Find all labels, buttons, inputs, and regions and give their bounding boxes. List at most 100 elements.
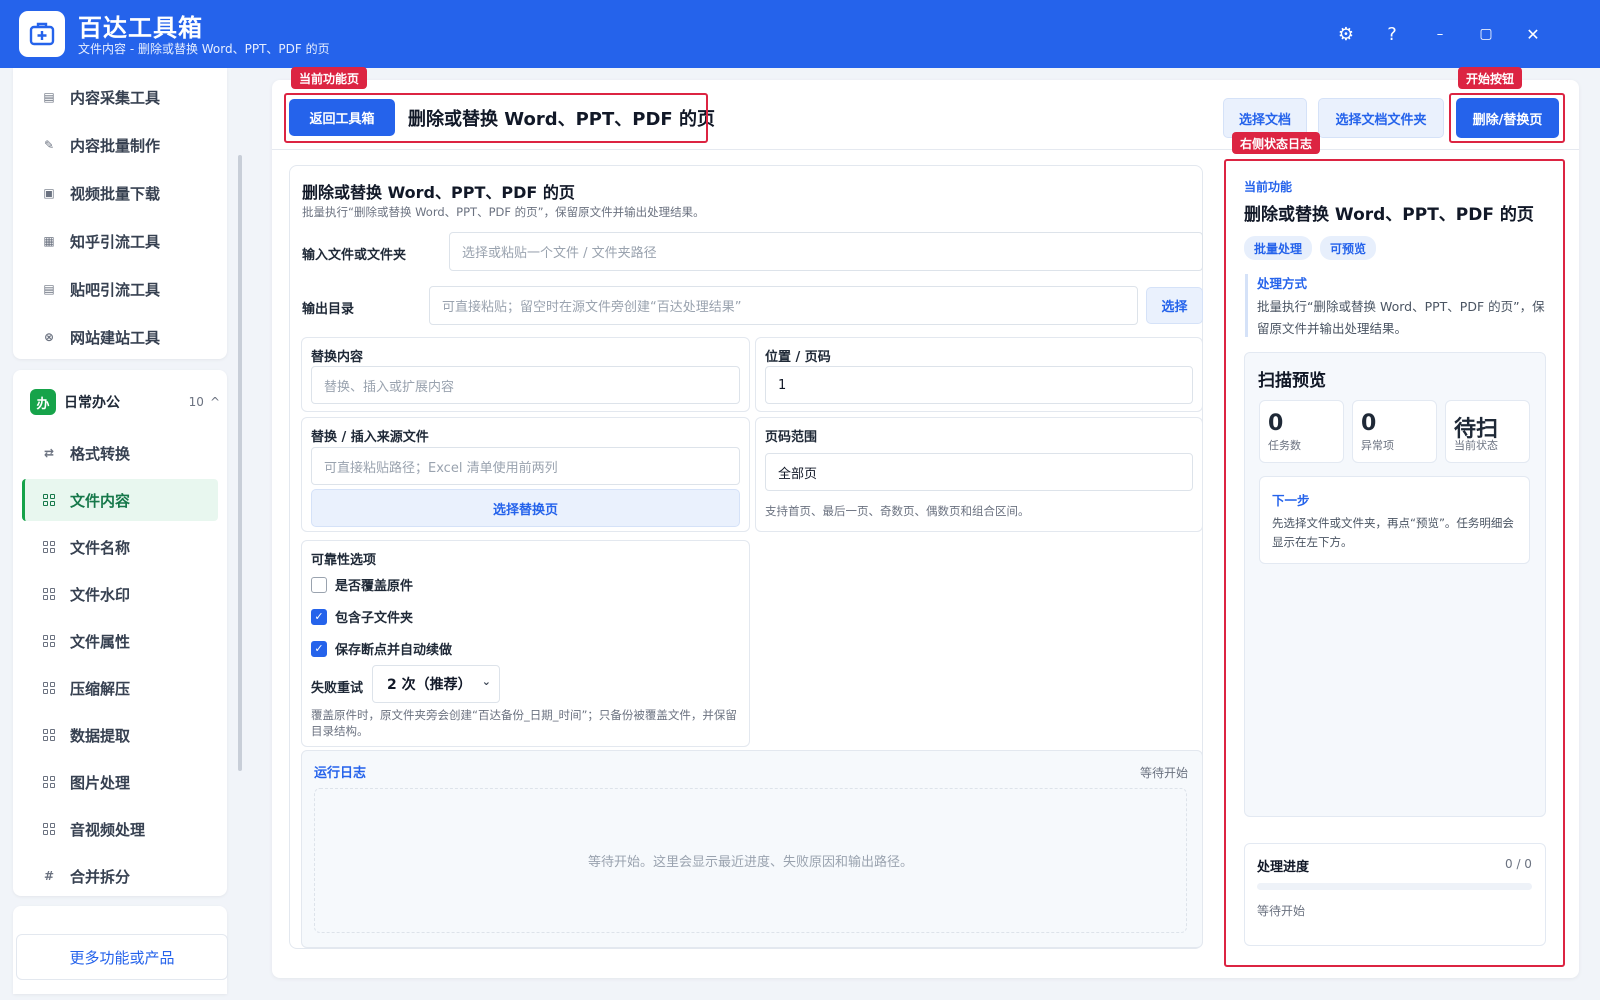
checkbox-label: 保存断点并自动续做 [335,643,453,658]
more-products-link[interactable]: 更多功能或产品 [16,934,228,980]
sidebar-item-label: 图片处理 [70,773,131,792]
back-to-toolbox-button[interactable]: 返回工具箱 [289,99,395,136]
sidebar-item-label: 压缩解压 [70,679,131,698]
sidebar-item-media[interactable]: 音视频处理 [22,808,218,850]
sidebar-item-format-convert[interactable]: ⇄ 格式转换 [22,432,218,474]
grid-icon [41,586,57,602]
app-subtitle: 文件内容 - 删除或替换 Word、PPT、PDF 的页 [78,42,330,56]
sidebar-item-file-content[interactable]: 文件内容 [22,479,218,521]
sidebar-item-watermark[interactable]: 文件水印 [22,573,218,615]
sidebar-item-label: 网站建站工具 [70,328,161,347]
include-subfolders-checkbox[interactable]: ✓ 包含子文件夹 [311,607,413,626]
swap-icon: ⇄ [43,446,55,460]
stat-label: 任务数 [1268,439,1301,452]
app-logo-icon [19,11,65,57]
form-heading: 删除或替换 Word、PPT、PDF 的页 [302,183,575,202]
input-path-label: 输入文件或文件夹 [302,248,407,263]
office-badge: 办 [30,389,56,415]
sidebar-item-tieba[interactable]: ▤ 贴吧引流工具 [22,268,218,310]
app-name: 百达工具箱 [78,14,203,42]
group-title: 日常办公 [64,395,120,411]
stat-label: 当前状态 [1454,439,1498,452]
sidebar-group-header[interactable]: 办 日常办公 10 ^ [30,387,220,417]
annotation-tag-start-button: 开始按钮 [1458,67,1523,89]
output-dir-field[interactable]: 可直接粘贴；留空时在源文件旁创建“百达处理结果” [429,286,1138,325]
position-label: 位置 / 页码 [765,350,831,365]
reliability-label: 可靠性选项 [311,553,377,568]
sidebar-item-data-extract[interactable]: 数据提取 [22,714,218,756]
progress-count: 0 / 0 [1505,857,1532,871]
choose-folder-button[interactable]: 选择文档文件夹 [1318,98,1444,138]
replace-content-label: 替换内容 [311,350,364,365]
chip-batch: 批量处理 [1244,236,1313,260]
replace-content-field[interactable]: 替换、插入或扩展内容 [311,366,740,404]
minimize-button[interactable]: – [1425,19,1455,49]
annotation-tag-right-log: 右侧状态日志 [1232,132,1321,154]
close-button[interactable]: ✕ [1518,19,1548,49]
sidebar-item-image[interactable]: 图片处理 [22,761,218,803]
retry-select[interactable]: 2 次（推荐） ⌄ [372,665,500,703]
grid-icon [41,492,57,508]
start-delete-replace-button[interactable]: 删除/替换页 [1456,98,1559,138]
sidebar-item-label: 内容批量制作 [70,136,161,155]
retry-label: 失败重试 [311,681,364,696]
sidebar-item-label: 文件水印 [70,585,131,604]
grid-icon [41,821,57,837]
source-file-field[interactable]: 可直接粘贴路径；Excel 清单使用前两列 [311,447,740,485]
position-field[interactable]: 1 [765,366,1193,404]
page-title: 删除或替换 Word、PPT、PDF 的页 [408,109,715,130]
method-accent-bar [1245,274,1248,337]
sidebar-item-label: 内容采集工具 [70,88,161,107]
page-range-field[interactable]: 全部页 [765,453,1193,491]
method-title: 处理方式 [1257,276,1308,291]
sidebar-item-content-batch[interactable]: ✎ 内容批量制作 [22,124,218,166]
progress-track [1257,883,1532,890]
page-range-label: 页码范围 [765,430,818,445]
title-bar: 百达工具箱 文件内容 - 删除或替换 Word、PPT、PDF 的页 ⚙ ? –… [0,0,1600,68]
scan-preview-title: 扫描预览 [1258,371,1326,391]
overwrite-checkbox[interactable]: 是否覆盖原件 [311,575,413,594]
run-log-status: 等待开始 [1140,766,1189,780]
site-icon: ⊗ [43,330,55,344]
sidebar-item-label: 音视频处理 [70,820,146,839]
sidebar-item-merge-split[interactable]: # 合并拆分 [22,855,218,897]
settings-icon[interactable]: ⚙ [1331,19,1361,49]
video-icon: ▣ [43,186,55,200]
sidebar-item-label: 贴吧引流工具 [70,280,161,299]
tieba-icon: ▤ [43,282,55,296]
run-log-area[interactable]: 等待开始。这里会显示最近进度、失败原因和输出路径。 [314,788,1187,933]
sidebar-item-video-download[interactable]: ▣ 视频批量下载 [22,172,218,214]
output-dir-label: 输出目录 [302,302,355,317]
maximize-button[interactable]: ▢ [1471,19,1501,49]
resume-checkbox[interactable]: ✓ 保存断点并自动续做 [311,639,452,658]
stat-task-count: 0 任务数 [1259,400,1344,463]
stat-current-status: 待扫 当前状态 [1445,400,1530,463]
stat-error-count: 0 异常项 [1352,400,1437,463]
annotation-tag-current-page: 当前功能页 [291,67,368,89]
sidebar-item-content-collect[interactable]: ▤ 内容采集工具 [22,76,218,118]
input-path-field[interactable]: 选择或粘贴一个文件 / 文件夹路径 [449,232,1203,271]
next-step-text: 先选择文件或文件夹，再点“预览”。任务明细会显示在左下方。 [1272,516,1514,549]
sidebar-item-label: 格式转换 [70,444,131,463]
current-function-label: 当前功能 [1244,180,1293,194]
sidebar-item-file-name[interactable]: 文件名称 [22,526,218,568]
chip-preview: 可预览 [1320,236,1377,260]
sidebar-item-label: 文件内容 [70,491,131,510]
sidebar-item-compress[interactable]: 压缩解压 [22,667,218,709]
sidebar-item-zhihu[interactable]: ▦ 知乎引流工具 [22,220,218,262]
sidebar-scrollbar[interactable] [238,155,242,771]
run-log-title: 运行日志 [314,766,367,781]
stat-value: 0 [1268,411,1284,436]
grid-icon [41,539,57,555]
sidebar-item-website[interactable]: ⊗ 网站建站工具 [22,316,218,358]
chevron-down-icon: ⌄ [481,675,491,688]
help-icon[interactable]: ? [1377,19,1407,49]
collapse-icon[interactable]: ^ [210,395,220,409]
run-log-placeholder: 等待开始。这里会显示最近进度、失败原因和输出路径。 [587,855,913,870]
checkbox-unchecked-icon [311,576,327,593]
choose-output-button[interactable]: 选择 [1146,287,1203,324]
sidebar-item-file-props[interactable]: 文件属性 [22,620,218,662]
choose-replacement-pages-button[interactable]: 选择替换页 [311,489,740,527]
checkbox-label: 是否覆盖原件 [335,579,414,594]
checkbox-label: 包含子文件夹 [335,611,414,626]
